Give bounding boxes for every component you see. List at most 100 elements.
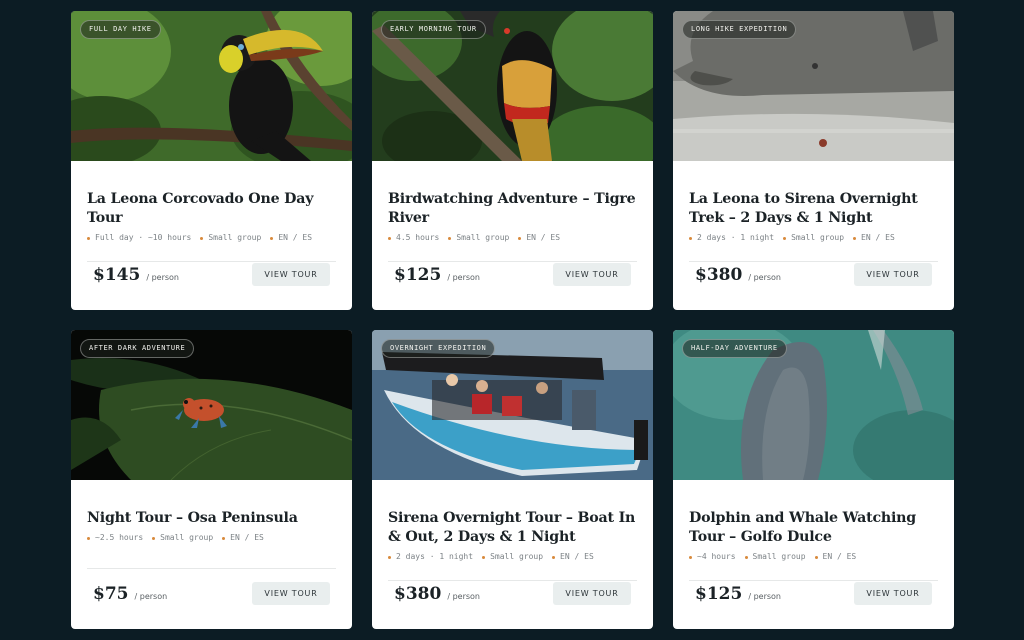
view-tour-button[interactable]: VIEW TOUR xyxy=(553,582,631,605)
tour-card[interactable]: AFTER DARK ADVENTURE Night Tour – Osa Pe… xyxy=(71,330,352,629)
tour-meta: ~2.5 hours Small group EN / ES xyxy=(87,532,336,544)
meta-duration: ~2.5 hours xyxy=(87,532,143,544)
bullet-dot-icon xyxy=(87,536,90,540)
meta-language: EN / ES xyxy=(853,232,895,244)
price-block: $380 / person xyxy=(394,584,480,604)
tour-card[interactable]: LONG HIKE EXPEDITION La Leona to Sirena … xyxy=(673,11,954,310)
tour-title[interactable]: Birdwatching Adventure – Tigre River xyxy=(388,190,637,228)
tour-meta: 2 days · 1 night Small group EN / ES xyxy=(388,551,637,563)
tour-type-badge: HALF-DAY ADVENTURE xyxy=(682,339,787,358)
bullet-dot-icon xyxy=(482,555,486,559)
tour-image[interactable]: AFTER DARK ADVENTURE xyxy=(71,330,352,480)
tour-card[interactable]: HALF-DAY ADVENTURE Dolphin and Whale Wat… xyxy=(673,330,954,629)
card-body: Dolphin and Whale Watching Tour – Golfo … xyxy=(673,480,954,629)
meta-language: EN / ES xyxy=(222,532,264,544)
meta-group: Small group xyxy=(783,232,844,244)
price-unit: / person xyxy=(447,272,480,282)
card-body: La Leona to Sirena Overnight Trek – 2 Da… xyxy=(673,161,954,310)
card-footer: $125 / person VIEW TOUR xyxy=(394,263,631,286)
tour-image[interactable]: HALF-DAY ADVENTURE xyxy=(673,330,954,480)
card-footer: $75 / person VIEW TOUR xyxy=(93,582,330,605)
tour-price: $145 xyxy=(93,264,141,285)
price-block: $125 / person xyxy=(695,584,781,604)
tour-price: $125 xyxy=(695,583,743,604)
meta-group: Small group xyxy=(152,532,213,544)
tour-image[interactable]: LONG HIKE EXPEDITION xyxy=(673,11,954,161)
bullet-dot-icon xyxy=(388,236,391,240)
card-body: La Leona Corcovado One Day Tour Full day… xyxy=(71,161,352,310)
tour-type-badge: OVERNIGHT EXPEDITION xyxy=(381,339,496,358)
divider xyxy=(388,580,637,581)
bullet-dot-icon xyxy=(270,236,274,240)
bullet-dot-icon xyxy=(518,236,522,240)
tour-title[interactable]: Dolphin and Whale Watching Tour – Golfo … xyxy=(689,509,938,547)
meta-language: EN / ES xyxy=(552,551,594,563)
tour-type-badge: EARLY MORNING TOUR xyxy=(381,20,486,39)
bullet-dot-icon xyxy=(552,555,556,559)
card-body: Birdwatching Adventure – Tigre River 4.5… xyxy=(372,161,653,310)
price-unit: / person xyxy=(748,272,781,282)
bullet-dot-icon xyxy=(448,236,452,240)
divider xyxy=(388,261,637,262)
tour-image[interactable]: OVERNIGHT EXPEDITION xyxy=(372,330,653,480)
tour-type-badge: LONG HIKE EXPEDITION xyxy=(682,20,797,39)
tour-image[interactable]: EARLY MORNING TOUR xyxy=(372,11,653,161)
tour-type-badge: AFTER DARK ADVENTURE xyxy=(80,339,195,358)
price-unit: / person xyxy=(748,591,781,601)
view-tour-button[interactable]: VIEW TOUR xyxy=(854,582,932,605)
price-block: $125 / person xyxy=(394,265,480,285)
bullet-dot-icon xyxy=(222,536,226,540)
meta-group: Small group xyxy=(482,551,543,563)
tour-type-badge: FULL DAY HIKE xyxy=(80,20,161,39)
price-unit: / person xyxy=(146,272,179,282)
tour-meta: ~4 hours Small group EN / ES xyxy=(689,551,938,563)
card-footer: $125 / person VIEW TOUR xyxy=(695,582,932,605)
tour-card[interactable]: FULL DAY HIKE La Leona Corcovado One Day… xyxy=(71,11,352,310)
meta-language: EN / ES xyxy=(270,232,312,244)
divider xyxy=(689,580,938,581)
view-tour-button[interactable]: VIEW TOUR xyxy=(553,263,631,286)
bullet-dot-icon xyxy=(853,236,857,240)
meta-group: Small group xyxy=(448,232,509,244)
price-block: $380 / person xyxy=(695,265,781,285)
price-unit: / person xyxy=(447,591,480,601)
tour-meta: Full day · ~10 hours Small group EN / ES xyxy=(87,232,336,244)
bullet-dot-icon xyxy=(87,236,90,240)
tour-card[interactable]: OVERNIGHT EXPEDITION Sirena Overnight To… xyxy=(372,330,653,629)
tour-grid: FULL DAY HIKE La Leona Corcovado One Day… xyxy=(71,11,954,629)
tour-title[interactable]: La Leona Corcovado One Day Tour xyxy=(87,190,336,228)
meta-duration: 2 days · 1 night xyxy=(689,232,774,244)
meta-group: Small group xyxy=(744,551,806,563)
tour-card[interactable]: EARLY MORNING TOUR Birdwatching Adventur… xyxy=(372,11,653,310)
meta-group: Small group xyxy=(200,232,261,244)
card-footer: $380 / person VIEW TOUR xyxy=(394,582,631,605)
bullet-dot-icon xyxy=(783,236,787,240)
meta-duration: 2 days · 1 night xyxy=(388,551,473,563)
bullet-dot-icon xyxy=(689,555,692,559)
card-footer: $145 / person VIEW TOUR xyxy=(93,263,330,286)
tour-title[interactable]: Sirena Overnight Tour – Boat In & Out, 2… xyxy=(388,509,637,547)
card-footer: $380 / person VIEW TOUR xyxy=(695,263,932,286)
price-block: $145 / person xyxy=(93,265,179,285)
meta-duration: Full day · ~10 hours xyxy=(87,232,191,244)
card-body: Night Tour – Osa Peninsula ~2.5 hours Sm… xyxy=(71,480,352,629)
bullet-dot-icon xyxy=(152,536,156,540)
meta-duration: ~4 hours xyxy=(689,551,736,563)
divider xyxy=(87,568,336,569)
price-block: $75 / person xyxy=(93,584,167,604)
bullet-dot-icon xyxy=(744,555,748,559)
tour-title[interactable]: Night Tour – Osa Peninsula xyxy=(87,509,336,528)
meta-language: EN / ES xyxy=(518,232,560,244)
view-tour-button[interactable]: VIEW TOUR xyxy=(252,263,330,286)
view-tour-button[interactable]: VIEW TOUR xyxy=(252,582,330,605)
meta-language: EN / ES xyxy=(814,551,856,563)
tour-title[interactable]: La Leona to Sirena Overnight Trek – 2 Da… xyxy=(689,190,938,228)
tour-image[interactable]: FULL DAY HIKE xyxy=(71,11,352,161)
tour-meta: 2 days · 1 night Small group EN / ES xyxy=(689,232,938,244)
tour-meta: 4.5 hours Small group EN / ES xyxy=(388,232,637,244)
card-body: Sirena Overnight Tour – Boat In & Out, 2… xyxy=(372,480,653,629)
view-tour-button[interactable]: VIEW TOUR xyxy=(854,263,932,286)
bullet-dot-icon xyxy=(689,236,692,240)
bullet-dot-icon xyxy=(388,555,391,559)
tour-price: $125 xyxy=(394,264,442,285)
